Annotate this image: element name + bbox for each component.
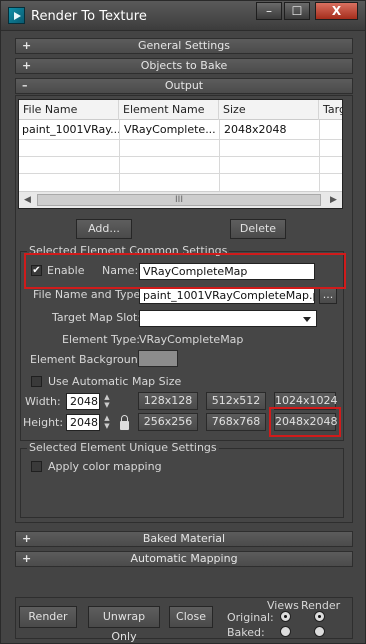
element-type-value: VRayCompleteMap bbox=[139, 333, 244, 346]
render-to-texture-window: Render To Texture – ☐ X + General Settin… bbox=[0, 0, 366, 644]
3dsmax-app-icon bbox=[8, 7, 25, 24]
maximize-button[interactable]: ☐ bbox=[284, 2, 310, 20]
rollout-general-settings[interactable]: + General Settings bbox=[15, 38, 353, 54]
unique-settings-title: Selected Element Unique Settings bbox=[27, 441, 219, 454]
baked-label: Baked: bbox=[227, 626, 265, 639]
close-window-button[interactable]: X bbox=[315, 2, 358, 20]
scroll-right-icon[interactable]: ▶ bbox=[325, 192, 342, 208]
expand-icon: + bbox=[22, 39, 32, 52]
element-type-label: Element Type: bbox=[62, 333, 141, 346]
rollout-label: Baked Material bbox=[142, 532, 226, 545]
lock-aspect-icon[interactable] bbox=[120, 415, 129, 430]
minimize-button[interactable]: – bbox=[256, 2, 282, 20]
column-header-element-name[interactable]: Element Name bbox=[119, 100, 219, 120]
element-background-swatch[interactable] bbox=[138, 350, 178, 367]
element-background-label: Element Background: bbox=[30, 353, 149, 366]
row-file-name: paint_1001VRay... bbox=[22, 123, 119, 136]
expand-icon: + bbox=[22, 59, 32, 72]
width-spinner-icon[interactable]: ▲ ▼ bbox=[102, 393, 112, 410]
rollout-baked-material[interactable]: + Baked Material bbox=[15, 531, 353, 547]
target-map-slot-label: Target Map Slot: bbox=[52, 311, 142, 324]
grid-line bbox=[119, 120, 120, 192]
target-map-slot-dropdown[interactable] bbox=[139, 310, 317, 327]
output-list[interactable]: File Name Element Name Size Targ paint_1… bbox=[18, 99, 343, 209]
render-column-label: Render bbox=[301, 599, 341, 612]
window-title: Render To Texture bbox=[31, 9, 147, 24]
add-button[interactable]: Add... bbox=[76, 219, 132, 239]
original-views-radio[interactable] bbox=[280, 611, 291, 622]
rollout-automatic-mapping[interactable]: + Automatic Mapping bbox=[15, 551, 353, 567]
highlight-enable-name bbox=[24, 253, 346, 289]
render-button[interactable]: Render bbox=[19, 606, 77, 628]
height-label: Height: bbox=[23, 416, 64, 429]
grid-line bbox=[219, 120, 220, 192]
grid-line bbox=[19, 139, 342, 140]
rollout-label: General Settings bbox=[138, 39, 230, 52]
close-button[interactable]: Close bbox=[169, 606, 213, 628]
baked-views-radio[interactable] bbox=[280, 626, 291, 637]
list-row[interactable]: paint_1001VRay... VRayComplete... 2048x2… bbox=[19, 121, 342, 139]
grid-line bbox=[19, 173, 342, 174]
size-preset-256-button[interactable]: 256x256 bbox=[138, 413, 198, 431]
use-automatic-map-size-checkbox[interactable] bbox=[31, 376, 42, 387]
apply-color-mapping-label: Apply color mapping bbox=[48, 460, 162, 473]
scroll-left-icon[interactable]: ◀ bbox=[19, 192, 36, 208]
size-preset-128-button[interactable]: 128x128 bbox=[138, 392, 198, 410]
column-header-file-name[interactable]: File Name bbox=[19, 100, 119, 120]
row-element-name: VRayComplete... bbox=[124, 123, 216, 136]
file-name-type-label: File Name and Type: bbox=[33, 288, 145, 301]
width-input[interactable]: 2048 bbox=[66, 393, 100, 410]
grid-line bbox=[19, 156, 342, 157]
use-automatic-map-size-label: Use Automatic Map Size bbox=[48, 375, 182, 388]
width-label: Width: bbox=[25, 395, 61, 408]
baked-render-radio[interactable] bbox=[314, 626, 325, 637]
delete-button[interactable]: Delete bbox=[230, 219, 286, 239]
row-size: 2048x2048 bbox=[224, 123, 287, 136]
collapse-icon: – bbox=[22, 79, 28, 92]
column-header-size[interactable]: Size bbox=[219, 100, 319, 120]
browse-button[interactable]: ... bbox=[319, 287, 337, 304]
grid-line bbox=[319, 120, 320, 192]
horizontal-scrollbar[interactable]: ◀ III ▶ bbox=[19, 191, 342, 208]
height-input[interactable]: 2048 bbox=[66, 414, 100, 431]
rollout-label: Automatic Mapping bbox=[130, 552, 238, 565]
chevron-down-icon bbox=[303, 317, 311, 322]
scroll-thumb[interactable]: III bbox=[37, 194, 321, 206]
apply-color-mapping-checkbox[interactable] bbox=[31, 461, 42, 472]
list-header: File Name Element Name Size Targ bbox=[19, 100, 342, 120]
rollout-label: Objects to Bake bbox=[140, 59, 228, 72]
rollout-objects-to-bake[interactable]: + Objects to Bake bbox=[15, 58, 353, 74]
file-name-type-input[interactable]: paint_1001VRayCompleteMap.png bbox=[139, 287, 315, 304]
title-bar[interactable]: Render To Texture – ☐ X bbox=[1, 1, 365, 31]
highlight-2048-preset bbox=[269, 407, 341, 437]
rollout-output[interactable]: – Output bbox=[15, 78, 353, 94]
original-render-radio[interactable] bbox=[314, 611, 325, 622]
original-label: Original: bbox=[227, 611, 274, 624]
expand-icon: + bbox=[22, 532, 32, 545]
column-header-target[interactable]: Targ bbox=[319, 100, 342, 120]
unwrap-only-button[interactable]: Unwrap Only bbox=[88, 606, 160, 643]
height-spinner-icon[interactable]: ▲ ▼ bbox=[102, 414, 112, 431]
size-preset-512-button[interactable]: 512x512 bbox=[206, 392, 266, 410]
expand-icon: + bbox=[22, 552, 32, 565]
rollout-label: Output bbox=[164, 79, 204, 92]
unique-settings-group bbox=[20, 448, 344, 518]
size-preset-768-button[interactable]: 768x768 bbox=[206, 413, 266, 431]
